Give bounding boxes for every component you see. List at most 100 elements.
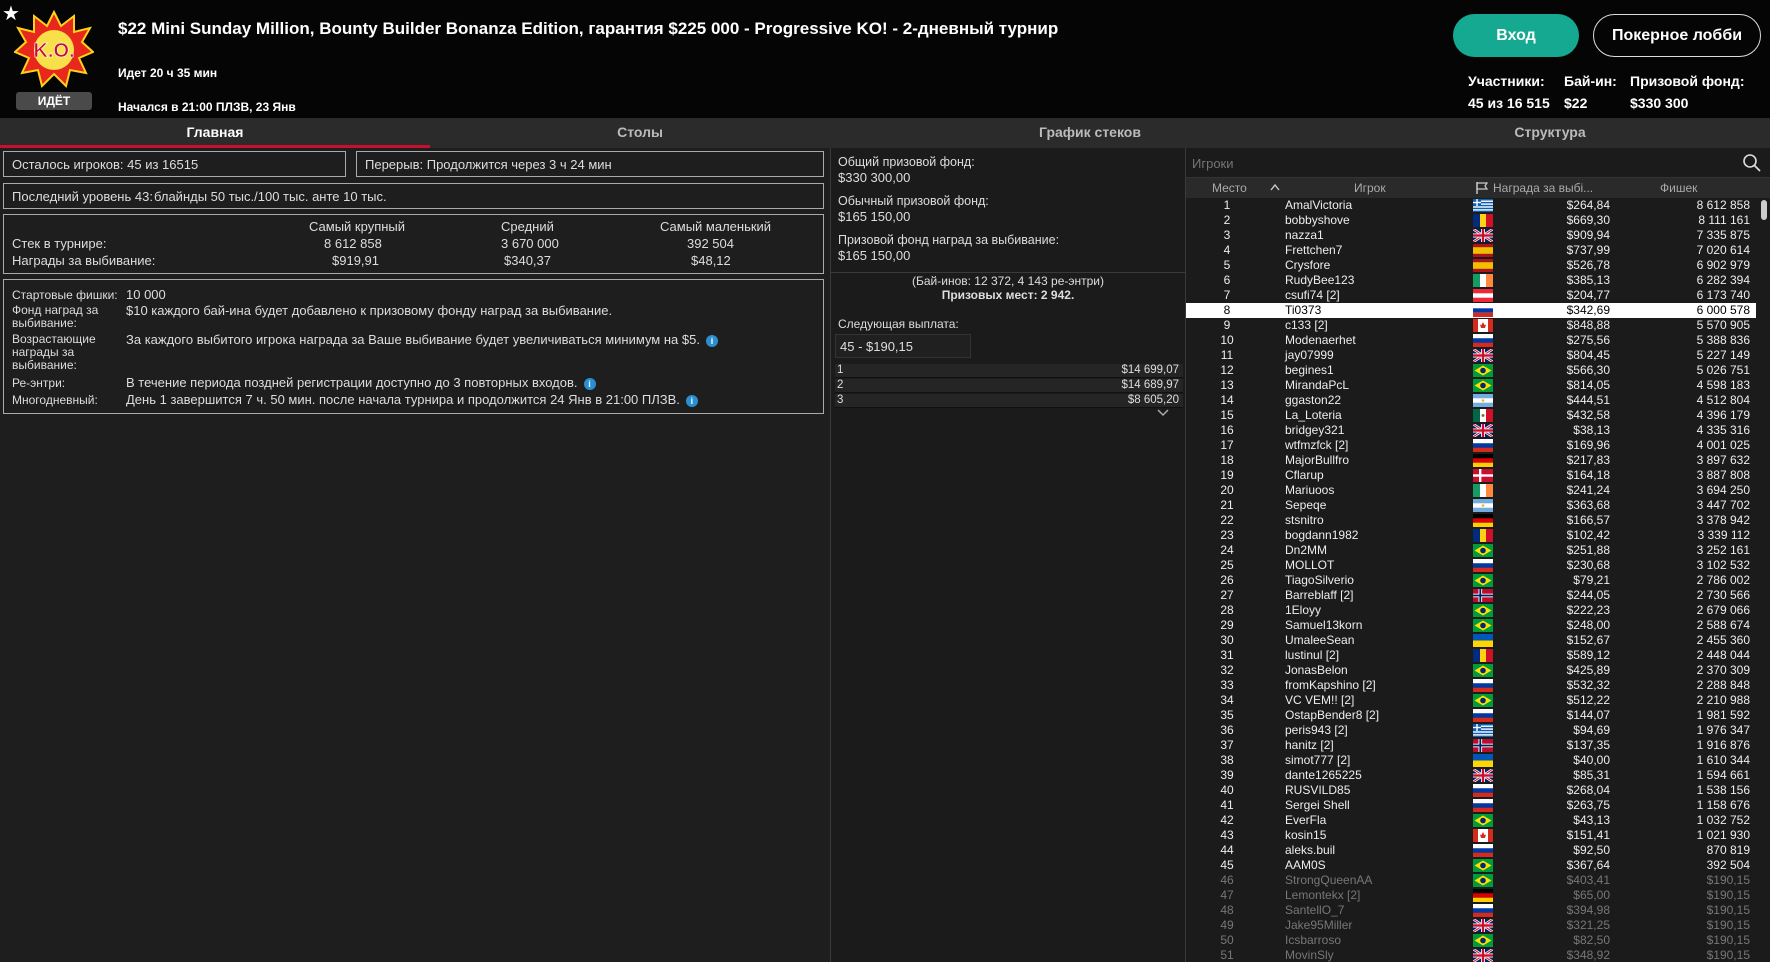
player-place: 12 [1220,363,1234,377]
player-row[interactable]: 24 Dn2MM $251,88 3 252 161 [1186,543,1756,558]
player-row[interactable]: 14 ggaston22 $444,51 4 512 804 [1186,393,1756,408]
player-chips: $190,15 [1706,918,1750,932]
status-badge: ИДЁТ [16,92,92,110]
player-row[interactable]: 22 stsnitro $166,57 3 378 942 [1186,513,1756,528]
player-row[interactable]: 50 Icsbarroso $82,50 $190,15 [1186,933,1756,948]
info-icon[interactable]: i [583,377,596,390]
player-bounty: $248,00 [1566,618,1610,632]
regular-pool-value: $165 150,00 [838,209,911,224]
total-pool-value: $330 300,00 [838,170,911,185]
player-row[interactable]: 25 MOLLOT $230,68 3 102 532 [1186,558,1756,573]
player-bounty: $40,00 [1573,753,1610,767]
sort-asc-icon[interactable] [1270,184,1280,191]
player-row[interactable]: 6 RudyBee123 $385,13 6 282 394 [1186,273,1756,288]
player-row[interactable]: 21 Sepeqe $363,68 3 447 702 [1186,498,1756,513]
scrollbar-thumb[interactable] [1761,200,1767,220]
players-search-input[interactable] [1192,153,1712,173]
player-row[interactable]: 30 UmaleeSean $152,67 2 455 360 [1186,633,1756,648]
players-scrollbar[interactable] [1758,198,1770,962]
player-row[interactable]: 27 Barreblaff [2] $244,05 2 730 566 [1186,588,1756,603]
player-row[interactable]: 23 bogdann1982 $102,42 3 339 112 [1186,528,1756,543]
player-bounty: $526,78 [1566,258,1610,272]
player-row[interactable]: 37 hanitz [2] $137,35 1 916 876 [1186,738,1756,753]
player-row[interactable]: 10 Modenaerhet $275,56 5 388 836 [1186,333,1756,348]
player-row[interactable]: 4 Frettchen7 $737,99 7 020 614 [1186,243,1756,258]
player-chips: 2 210 988 [1696,693,1750,707]
player-row[interactable]: 45 AAM0S $367,64 392 504 [1186,858,1756,873]
search-icon[interactable] [1742,153,1762,173]
player-row[interactable]: 43 kosin15 $151,41 1 021 930 [1186,828,1756,843]
player-row[interactable]: 26 TiagoSilverio $79,21 2 786 002 [1186,573,1756,588]
player-row[interactable]: 7 csufi74 [2] $204,77 6 173 740 [1186,288,1756,303]
player-bounty: $230,68 [1566,558,1610,572]
player-row[interactable]: 33 fromKapshino [2] $532,32 2 288 848 [1186,678,1756,693]
tab-tables[interactable]: Столы [430,118,850,148]
player-row[interactable]: 41 Sergei Shell $263,75 1 158 676 [1186,798,1756,813]
player-chips: 6 902 979 [1696,258,1750,272]
player-row[interactable]: 17 wtfmzfck [2] $169,96 4 001 025 [1186,438,1756,453]
info-icon[interactable]: i [705,334,718,347]
chevron-down-icon[interactable] [1157,409,1169,417]
player-row[interactable]: 46 StrongQueenAA $403,41 $190,15 [1186,873,1756,888]
tab-stack-chart[interactable]: График стеков [990,118,1190,148]
player-bounty: $737,99 [1566,243,1610,257]
player-row[interactable]: 15 La_Loteria $432,58 4 396 179 [1186,408,1756,423]
player-row[interactable]: 51 MovinSly $348,92 $190,15 [1186,947,1756,962]
player-bounty: $92,50 [1573,843,1610,857]
player-name: hanitz [2] [1285,738,1334,752]
player-chips: 2 786 002 [1696,573,1750,587]
player-bounty: $85,31 [1573,768,1610,782]
player-chips: 2 448 044 [1696,648,1750,662]
player-row[interactable]: 3 nazza1 $909,94 7 335 875 [1186,227,1756,244]
player-row[interactable]: 28 1Eloyy $222,23 2 679 066 [1186,603,1756,618]
player-row[interactable]: 18 MajorBullfro $217,83 3 897 632 [1186,453,1756,468]
col-bounty-header[interactable]: Награда за выбі... [1493,181,1593,195]
player-row[interactable]: 16 bridgey321 $38,13 4 335 316 [1186,422,1756,439]
player-row[interactable]: 11 jay07999 $804,45 5 227 149 [1186,347,1756,364]
player-row[interactable]: 40 RUSVILD85 $268,04 1 538 156 [1186,783,1756,798]
player-row[interactable]: 5 Crysfore $526,78 6 902 979 [1186,258,1756,273]
player-row[interactable]: 48 SantellO_7 $394,98 $190,15 [1186,903,1756,918]
poker-lobby-button[interactable]: Покерное лобби [1593,14,1761,57]
player-row[interactable]: 1 AmalVictoria $264,84 8 612 858 [1186,198,1756,213]
player-row[interactable]: 32 JonasBelon $425,89 2 370 309 [1186,663,1756,678]
player-row[interactable]: 35 OstapBender8 [2] $144,07 1 981 592 [1186,708,1756,723]
tab-main[interactable]: Главная [0,118,430,148]
player-row[interactable]: 2 bobbyshove $669,30 8 111 161 [1186,213,1756,228]
bounty-smallest: $48,12 [691,253,731,268]
player-row[interactable]: 38 simot777 [2] $40,00 1 610 344 [1186,753,1756,768]
player-row[interactable]: 36 peris943 [2] $94,69 1 976 347 [1186,723,1756,738]
col-place-header[interactable]: Место [1212,181,1247,195]
tab-structure[interactable]: Структура [1450,118,1650,148]
player-row[interactable]: 8 Ti0373 $342,69 6 000 578 [1186,303,1756,318]
player-bounty: $444,51 [1566,393,1610,407]
login-button[interactable]: Вход [1453,14,1579,57]
player-row[interactable]: 13 MirandaPcL $814,05 4 598 183 [1186,378,1756,393]
players-search-bar [1186,148,1770,178]
player-place: 34 [1220,693,1234,707]
player-row[interactable]: 12 begines1 $566,30 5 026 751 [1186,363,1756,378]
player-row[interactable]: 29 Samuel13korn $248,00 2 588 674 [1186,618,1756,633]
player-row[interactable]: 20 Mariuoos $241,24 3 694 250 [1186,483,1756,498]
player-row[interactable]: 31 lustinul [2] $589,12 2 448 044 [1186,648,1756,663]
player-row[interactable]: 9 c133 [2] $848,88 5 570 905 [1186,318,1756,333]
player-row[interactable]: 49 Jake95Miller $321,25 $190,15 [1186,917,1756,934]
player-place: 17 [1220,438,1234,452]
player-row[interactable]: 47 Lemontekx [2] $65,00 $190,15 [1186,888,1756,903]
flag-icon[interactable] [1475,181,1489,195]
player-place: 50 [1220,933,1234,947]
player-name: OstapBender8 [2] [1285,708,1380,722]
player-row[interactable]: 34 VC VEM!! [2] $512,22 2 210 988 [1186,693,1756,708]
col-player-header[interactable]: Игрок [1354,181,1386,195]
col-chips-header[interactable]: Фишек [1660,181,1697,195]
info-icon[interactable]: i [685,394,698,407]
player-chips: $190,15 [1706,873,1750,887]
player-place: 38 [1220,753,1234,767]
player-row[interactable]: 44 aleks.buil $92,50 870 819 [1186,843,1756,858]
player-row[interactable]: 39 dante1265225 $85,31 1 594 661 [1186,767,1756,784]
player-row[interactable]: 42 EverFla $43,13 1 032 752 [1186,813,1756,828]
logo-text: K.O. [33,40,74,62]
player-place: 7 [1223,288,1231,302]
player-place: 29 [1220,618,1234,632]
player-row[interactable]: 19 Cflarup $164,18 3 887 808 [1186,468,1756,483]
